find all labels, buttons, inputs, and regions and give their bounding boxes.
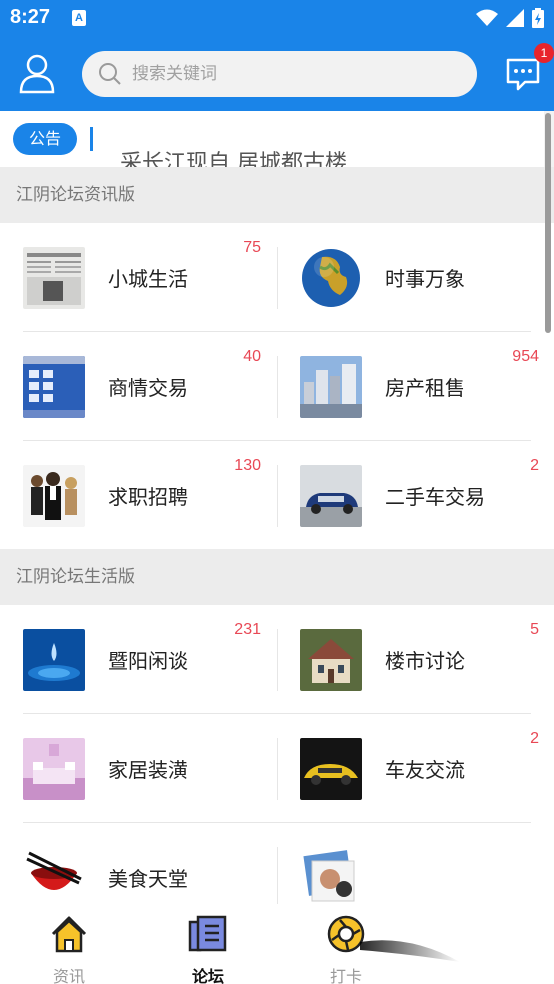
- search-icon: [99, 63, 121, 85]
- section-title: 江阴论坛生活版: [0, 549, 554, 605]
- tab-label: 论坛: [191, 967, 224, 984]
- post-count: 130: [234, 457, 261, 474]
- post-count: 75: [243, 239, 261, 256]
- post-count: 954: [512, 348, 539, 365]
- user-button[interactable]: [18, 54, 56, 94]
- forum-grid: 暨阳闲谈 231 楼市讨论 5 家居装潢 车友交流 2 美食天堂: [0, 605, 554, 909]
- bowl-thumbnail: [23, 847, 85, 909]
- forum-item[interactable]: 房产租售 954: [277, 332, 554, 441]
- people-thumbnail: [23, 465, 85, 527]
- forum-item[interactable]: 小城生活 75: [0, 223, 277, 332]
- home-icon: [51, 916, 87, 953]
- water-drop-thumbnail: [23, 629, 85, 691]
- globe-thumbnail: [300, 247, 362, 309]
- forum-label: 小城生活: [108, 267, 188, 291]
- forum-label: 时事万象: [385, 267, 465, 291]
- notice-bar[interactable]: 公告 采长江现自 居城都古楼: [0, 111, 544, 167]
- photos-thumbnail: [300, 847, 362, 909]
- search-input[interactable]: [132, 51, 462, 97]
- post-count: 2: [530, 457, 539, 474]
- scrollbar[interactable]: [545, 113, 551, 333]
- forum-item[interactable]: 暨阳闲谈 231: [0, 605, 277, 714]
- notice-tag: 公告: [13, 123, 77, 155]
- forum-label: 商情交易: [108, 376, 188, 400]
- notice-divider: [90, 127, 93, 151]
- signal-icon: [506, 9, 524, 27]
- forum-label: 求职招聘: [108, 485, 188, 509]
- forum-item[interactable]: 商情交易 40: [0, 332, 277, 441]
- swipe-shadow: [360, 940, 460, 962]
- battery-icon: [532, 8, 544, 28]
- bedroom-thumbnail: [23, 738, 85, 800]
- notice-text: 采长江现自 居城都古楼: [120, 151, 347, 167]
- tab-forum[interactable]: 论坛: [168, 912, 248, 984]
- bottom-nav: 资讯 论坛 打卡: [0, 904, 554, 984]
- sportscar-thumbnail: [300, 738, 362, 800]
- search-box[interactable]: [82, 51, 477, 97]
- forum-item[interactable]: 家居装潢: [0, 714, 277, 823]
- top-header: 1: [0, 38, 554, 111]
- car-thumbnail: [300, 465, 362, 527]
- status-icons: [476, 8, 544, 28]
- tab-news[interactable]: 资讯: [29, 912, 109, 984]
- status-time: 8:27: [10, 6, 51, 28]
- forum-label: 暨阳闲谈: [108, 649, 188, 673]
- forum-item[interactable]: 二手车交易 2: [277, 441, 554, 550]
- post-count: 40: [243, 348, 261, 365]
- wifi-icon: [476, 9, 498, 26]
- post-count: 2: [530, 730, 539, 747]
- desktop-thumbnail: [23, 356, 85, 418]
- forum-label: 楼市讨论: [385, 649, 465, 673]
- forum-item[interactable]: 时事万象: [277, 223, 554, 332]
- post-count: 231: [234, 621, 261, 638]
- forum-label: 家居装潢: [108, 758, 188, 782]
- chat-icon: [506, 58, 540, 91]
- messages-button[interactable]: [505, 56, 541, 92]
- forum-grid: 小城生活 75 时事万象 商情交易 40 房产租售 954 求职招聘 130 二…: [0, 223, 554, 550]
- tab-label: 资讯: [52, 967, 85, 984]
- user-icon: [19, 54, 55, 94]
- forum-label: 房产租售: [385, 376, 465, 400]
- forum-label: 二手车交易: [385, 485, 485, 509]
- forum-item[interactable]: 车友交流 2: [277, 714, 554, 823]
- forum-item[interactable]: 求职招聘 130: [0, 441, 277, 550]
- newspaper-thumbnail: [23, 247, 85, 309]
- status-bar: 8:27 A: [0, 0, 554, 38]
- post-count: 5: [530, 621, 539, 638]
- forum-label: 美食天堂: [108, 867, 188, 891]
- forum-icon: [188, 915, 227, 952]
- notification-icon: A: [72, 10, 86, 26]
- message-badge: 1: [534, 43, 554, 63]
- forum-label: 车友交流: [385, 758, 465, 782]
- section-title: 江阴论坛资讯版: [0, 167, 554, 223]
- forum-item[interactable]: 楼市讨论 5: [277, 605, 554, 714]
- house-thumbnail: [300, 629, 362, 691]
- buildings-thumbnail: [300, 356, 362, 418]
